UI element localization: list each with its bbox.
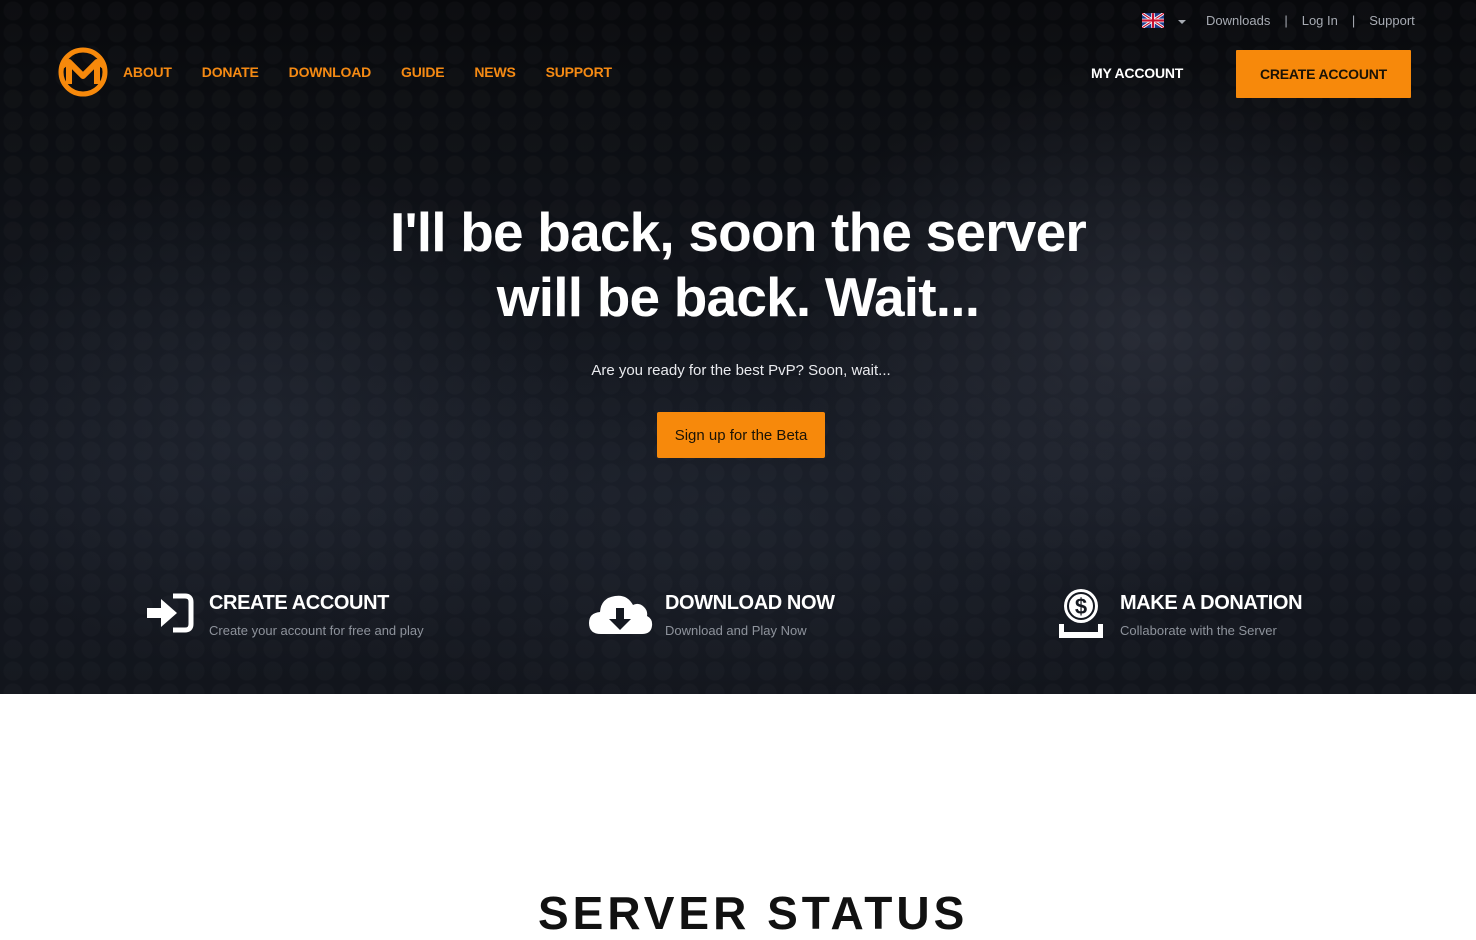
feature-subtitle: Download and Play Now [665, 623, 807, 638]
cloud-download-icon [589, 595, 653, 634]
nav-news[interactable]: NEWS [474, 64, 515, 80]
util-link-downloads[interactable]: Downloads [1206, 13, 1270, 28]
nav-donate[interactable]: DONATE [202, 64, 259, 80]
feature-make-donation[interactable]: $ MAKE A DONATION Collaborate with the S… [1054, 586, 1303, 640]
server-status-heading: SERVER STATUS [538, 887, 969, 939]
feature-create-account[interactable]: CREATE ACCOUNT Create your account for f… [143, 586, 424, 640]
donation-coin-icon: $ [1059, 589, 1103, 638]
divider: | [1284, 12, 1288, 28]
beta-signup-button[interactable]: Sign up for the Beta [657, 412, 825, 458]
feature-subtitle: Collaborate with the Server [1120, 623, 1277, 638]
feature-subtitle: Create your account for free and play [209, 623, 424, 638]
hero-headline: I'll be back, soon the server will be ba… [338, 200, 1138, 330]
hero-section: Downloads | Log In | Support ABOUT DONAT… [0, 0, 1476, 694]
headline-line-1: I'll be back, soon the server [390, 201, 1087, 263]
nav-support[interactable]: SUPPORT [546, 64, 612, 80]
nav-about[interactable]: ABOUT [123, 64, 172, 80]
feature-download-now[interactable]: DOWNLOAD NOW Download and Play Now [587, 586, 835, 640]
util-link-login[interactable]: Log In [1302, 13, 1338, 28]
headline-line-2: will be back. Wait... [496, 266, 980, 328]
svg-text:$: $ [1075, 594, 1087, 619]
feature-title: CREATE ACCOUNT [209, 592, 389, 614]
utility-bar: Downloads | Log In | Support [1142, 10, 1415, 30]
nav-guide[interactable]: GUIDE [401, 64, 445, 80]
divider: | [1351, 12, 1356, 28]
feature-title: DOWNLOAD NOW [665, 592, 835, 614]
sign-in-icon [147, 593, 194, 633]
uk-flag-icon[interactable] [1142, 12, 1164, 28]
main-nav: ABOUT DONATE DOWNLOAD GUIDE NEWS SUPPORT [123, 64, 612, 80]
nav-download[interactable]: DOWNLOAD [289, 64, 372, 80]
create-account-button[interactable]: CREATE ACCOUNT [1236, 50, 1411, 98]
m-logo-icon[interactable] [57, 46, 109, 98]
my-account-link[interactable]: MY ACCOUNT [1091, 65, 1183, 81]
util-link-support[interactable]: Support [1369, 13, 1415, 28]
chevron-down-icon[interactable] [1178, 20, 1186, 24]
hero-subline: Are you ready for the best PvP? Soon, wa… [591, 362, 891, 379]
feature-title: MAKE A DONATION [1120, 592, 1303, 614]
